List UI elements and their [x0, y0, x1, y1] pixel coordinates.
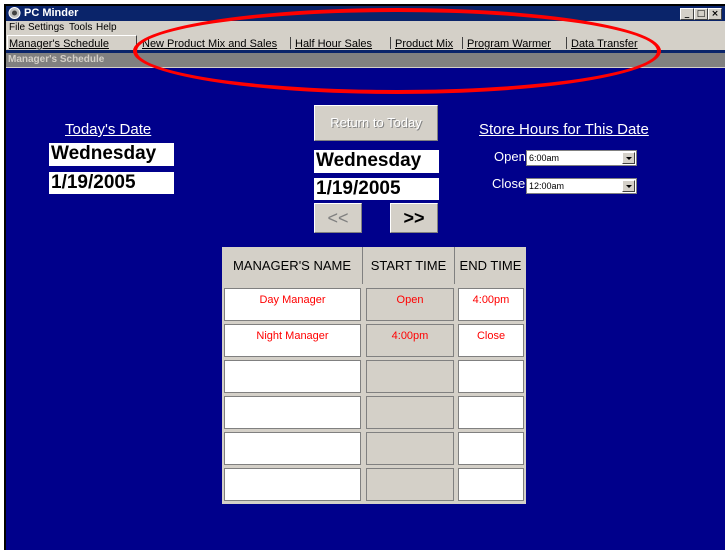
manager-schedule-table: MANAGER'S NAME START TIME END TIME Day M…: [222, 247, 526, 504]
return-to-today-button[interactable]: Return to Today: [314, 105, 438, 141]
row-start-time[interactable]: 4:00pm: [366, 324, 454, 357]
tab-separator: [462, 37, 463, 49]
chevron-down-icon[interactable]: [622, 152, 635, 164]
tab-managers-schedule[interactable]: Manager's Schedule: [9, 38, 109, 50]
tab-half-hour-sales[interactable]: Half Hour Sales: [295, 38, 372, 50]
menu-help[interactable]: Help: [96, 22, 117, 33]
tab-separator: [390, 37, 391, 49]
next-day-button[interactable]: >>: [390, 203, 438, 233]
app-window: PC Minder _ □ × File Settings Tools Help…: [4, 4, 725, 550]
selected-date-box: 1/19/2005: [314, 178, 439, 200]
row-manager-name[interactable]: [224, 432, 361, 465]
row-end-time[interactable]: Close: [458, 324, 524, 357]
row-end-time[interactable]: 4:00pm: [458, 288, 524, 321]
menu-file[interactable]: File: [9, 22, 25, 33]
row-manager-name[interactable]: [224, 396, 361, 429]
row-manager-name[interactable]: Night Manager: [224, 324, 361, 357]
row-start-time[interactable]: [366, 396, 454, 429]
row-end-time[interactable]: [458, 468, 524, 501]
tab-data-transfer[interactable]: Data Transfer: [571, 38, 638, 50]
tab-separator: [290, 37, 291, 49]
panel-title-bar: Manager's Schedule: [6, 53, 725, 67]
close-time-value: 12:00am: [529, 181, 565, 191]
close-time-select[interactable]: 12:00am: [526, 178, 637, 194]
header-managers-name: MANAGER'S NAME: [222, 247, 363, 284]
tab-new-product-mix-and-sales[interactable]: New Product Mix and Sales: [142, 38, 277, 50]
window-title: PC Minder: [24, 7, 79, 19]
menu-tools[interactable]: Tools: [69, 22, 92, 33]
menu-settings[interactable]: Settings: [28, 22, 64, 33]
selected-day-box: Wednesday: [314, 150, 439, 173]
tab-separator: [566, 37, 567, 49]
row-manager-name[interactable]: [224, 468, 361, 501]
menu-bar: File Settings Tools Help: [6, 21, 725, 34]
row-manager-name[interactable]: Day Manager: [224, 288, 361, 321]
header-start-time: START TIME: [363, 247, 455, 284]
today-day-box: Wednesday: [49, 143, 174, 166]
row-start-time[interactable]: [366, 468, 454, 501]
row-end-time[interactable]: [458, 396, 524, 429]
todays-date-label: Today's Date: [65, 121, 152, 138]
row-start-time[interactable]: [366, 432, 454, 465]
close-button[interactable]: ×: [708, 8, 722, 20]
today-date-box: 1/19/2005: [49, 172, 174, 194]
previous-day-button[interactable]: <<: [314, 203, 362, 233]
tab-bar: Manager's Schedule New Product Mix and S…: [6, 34, 725, 50]
open-label: Open: [494, 149, 526, 164]
row-manager-name[interactable]: [224, 360, 361, 393]
minimize-button[interactable]: _: [680, 8, 694, 20]
chevron-down-icon[interactable]: [622, 180, 635, 192]
header-end-time: END TIME: [455, 247, 526, 284]
row-start-time[interactable]: [366, 360, 454, 393]
open-time-value: 6:00am: [529, 153, 560, 163]
open-time-select[interactable]: 6:00am: [526, 150, 637, 166]
tab-product-mix[interactable]: Product Mix: [395, 38, 453, 50]
row-end-time[interactable]: [458, 360, 524, 393]
panel-title: Manager's Schedule: [8, 54, 105, 65]
app-icon: [8, 7, 21, 19]
title-bar: PC Minder _ □ ×: [6, 6, 725, 21]
row-end-time[interactable]: [458, 432, 524, 465]
maximize-button[interactable]: □: [694, 8, 708, 20]
row-start-time[interactable]: Open: [366, 288, 454, 321]
schedule-panel: Today's Date Wednesday 1/19/2005 Return …: [6, 68, 725, 550]
close-label: Close: [492, 176, 526, 191]
tab-program-warmer[interactable]: Program Warmer: [467, 38, 551, 50]
store-hours-label: Store Hours for This Date: [479, 121, 649, 138]
